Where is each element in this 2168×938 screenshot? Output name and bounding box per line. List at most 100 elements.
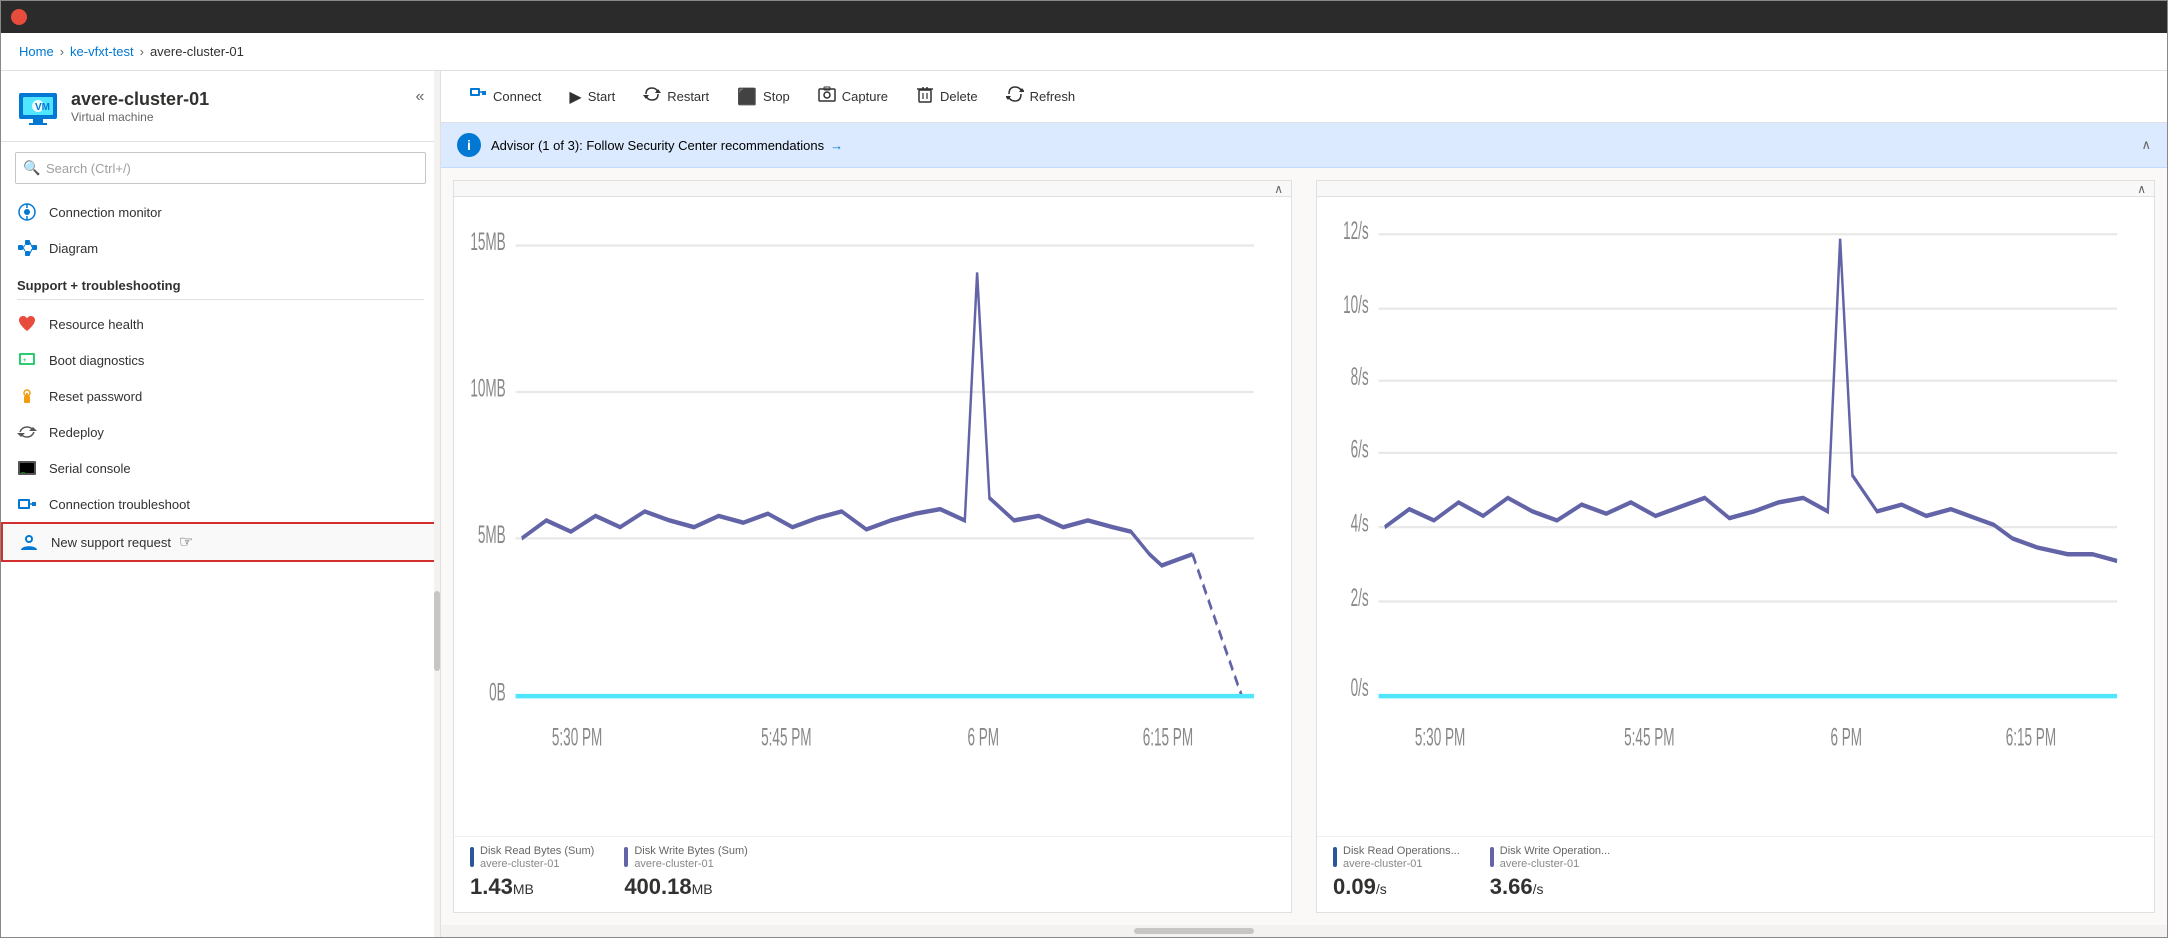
chart2-svg-container: 12/s 10/s 8/s 6/s 4/s 2/s 0/s	[1317, 197, 2154, 836]
svg-text:12/s: 12/s	[1343, 218, 1369, 245]
start-icon: ▶	[569, 87, 581, 107]
main-window: Home › ke-vfxt-test › avere-cluster-01 V…	[0, 0, 2168, 938]
chart1-metric1-name: Disk Read Bytes (Sum)	[480, 845, 594, 858]
connection-monitor-icon	[17, 202, 37, 222]
capture-button[interactable]: Capture	[806, 79, 900, 114]
connect-label: Connect	[493, 89, 541, 104]
advisor-info-icon: i	[457, 133, 481, 157]
svg-text:6:15 PM: 6:15 PM	[2006, 725, 2056, 752]
stop-button[interactable]: ⬛ Stop	[725, 81, 802, 113]
svg-text:0/s: 0/s	[1351, 675, 1369, 702]
breadcrumb-home[interactable]: Home	[19, 44, 54, 59]
connect-button[interactable]: Connect	[457, 79, 553, 114]
collapse-sidebar-button[interactable]: «	[408, 85, 432, 109]
chart1-svg-container: 15MB 10MB 5MB 0B 5:30 PM 5:45 PM	[454, 197, 1291, 836]
serial-console-icon: _	[17, 458, 37, 478]
charts-area: ∧ 15MB 10MB 5MB 0B	[441, 168, 2167, 925]
chart2-metric1-name: Disk Read Operations...	[1343, 845, 1460, 858]
resource-header: VM avere-cluster-01 Virtual machine «	[1, 71, 440, 142]
sidebar-scrollbar-thumb[interactable]	[434, 591, 440, 671]
svg-text:5:45 PM: 5:45 PM	[1624, 725, 1674, 752]
refresh-label: Refresh	[1030, 89, 1076, 104]
capture-label: Capture	[842, 89, 888, 104]
reset-password-icon	[17, 386, 37, 406]
chart1-metric2-value: 400.18MB	[624, 874, 747, 900]
svg-text:5:45 PM: 5:45 PM	[761, 725, 811, 752]
connection-troubleshoot-icon	[17, 494, 37, 514]
new-support-request-label: New support request	[51, 535, 171, 550]
diagram-icon	[17, 238, 37, 258]
chart2-metric1-info: Disk Read Operations... avere-cluster-01	[1343, 845, 1460, 870]
chart1-metric2-sub: avere-cluster-01	[634, 858, 747, 870]
svg-text:+: +	[23, 358, 27, 364]
h-scroll-thumb[interactable]	[1134, 928, 1254, 934]
advisor-banner[interactable]: i Advisor (1 of 3): Follow Security Cent…	[441, 123, 2167, 168]
start-button[interactable]: ▶ Start	[557, 81, 627, 113]
chart2-metric1-header: Disk Read Operations... avere-cluster-01	[1333, 845, 1460, 870]
chart2-metric2-name: Disk Write Operation...	[1500, 845, 1610, 858]
sidebar-item-serial-console[interactable]: _ Serial console	[1, 450, 440, 486]
chart1-metric2: Disk Write Bytes (Sum) avere-cluster-01 …	[624, 845, 747, 900]
svg-text:10/s: 10/s	[1343, 292, 1369, 319]
chart2-metric2-value: 3.66/s	[1490, 874, 1610, 900]
restart-button[interactable]: Restart	[631, 79, 721, 114]
breadcrumb: Home › ke-vfxt-test › avere-cluster-01	[1, 33, 2167, 71]
chart-disk-ops: ∧ 12/s 10/s 8/s 6/s 4/s 2/s 0/s	[1316, 180, 2155, 913]
cursor-icon: ☞	[179, 532, 193, 552]
svg-text:5:30 PM: 5:30 PM	[552, 725, 602, 752]
refresh-button[interactable]: Refresh	[994, 79, 1088, 114]
sidebar-item-reset-password[interactable]: Reset password	[1, 378, 440, 414]
resource-title: avere-cluster-01	[71, 89, 209, 110]
title-bar	[1, 1, 2167, 33]
chart1-footer: Disk Read Bytes (Sum) avere-cluster-01 1…	[454, 836, 1291, 912]
resource-subtitle: Virtual machine	[71, 110, 209, 124]
vm-icon: VM	[17, 85, 59, 127]
chart1-metric1-sub: avere-cluster-01	[480, 858, 594, 870]
chart1-expand-icon[interactable]: ∧	[1274, 182, 1283, 196]
svg-text:2/s: 2/s	[1351, 585, 1369, 612]
search-input[interactable]	[15, 152, 426, 184]
sidebar: VM avere-cluster-01 Virtual machine « 🔍	[1, 71, 441, 937]
sidebar-item-boot-diagnostics[interactable]: + Boot diagnostics	[1, 342, 440, 378]
sidebar-item-resource-health[interactable]: Resource health	[1, 306, 440, 342]
capture-icon	[818, 85, 836, 108]
breadcrumb-parent[interactable]: ke-vfxt-test	[70, 44, 134, 59]
close-icon[interactable]	[11, 9, 27, 25]
chart-disk-bytes: ∧ 15MB 10MB 5MB 0B	[453, 180, 1292, 913]
chart2-expand-icon[interactable]: ∧	[2137, 182, 2146, 196]
sidebar-item-connection-troubleshoot[interactable]: Connection troubleshoot	[1, 486, 440, 522]
sidebar-scrollbar[interactable]	[434, 71, 440, 937]
connection-monitor-label: Connection monitor	[49, 205, 162, 220]
refresh-icon	[1006, 85, 1024, 108]
redeploy-label: Redeploy	[49, 425, 104, 440]
svg-text:8/s: 8/s	[1351, 364, 1369, 391]
chart1-metric1: Disk Read Bytes (Sum) avere-cluster-01 1…	[470, 845, 594, 900]
svg-text:5MB: 5MB	[478, 522, 506, 549]
svg-text:10MB: 10MB	[470, 375, 505, 402]
connection-troubleshoot-label: Connection troubleshoot	[49, 497, 190, 512]
svg-text:4/s: 4/s	[1351, 511, 1369, 538]
delete-icon	[916, 85, 934, 108]
advisor-collapse-icon[interactable]: ∧	[2141, 137, 2151, 153]
search-icon: 🔍	[23, 160, 40, 177]
sidebar-item-diagram[interactable]: Diagram	[1, 230, 440, 266]
breadcrumb-current: avere-cluster-01	[150, 44, 244, 59]
svg-text:_: _	[20, 466, 25, 473]
chart2-metric2: Disk Write Operation... avere-cluster-01…	[1490, 845, 1610, 900]
chart2-top: ∧	[1317, 181, 2154, 197]
chart1-metric2-name: Disk Write Bytes (Sum)	[634, 845, 747, 858]
boot-diagnostics-icon: +	[17, 350, 37, 370]
chart2-metric1-value: 0.09/s	[1333, 874, 1460, 900]
sidebar-item-new-support-request[interactable]: New support request ☞	[1, 522, 440, 562]
svg-text:5:30 PM: 5:30 PM	[1415, 725, 1465, 752]
sidebar-item-connection-monitor[interactable]: Connection monitor	[1, 194, 440, 230]
diagram-label: Diagram	[49, 241, 98, 256]
chart1-svg: 15MB 10MB 5MB 0B 5:30 PM 5:45 PM	[454, 205, 1291, 836]
chart2-metric2-sub: avere-cluster-01	[1500, 858, 1610, 870]
delete-button[interactable]: Delete	[904, 79, 990, 114]
resource-health-icon	[17, 314, 37, 334]
svg-text:0B: 0B	[489, 680, 506, 707]
sidebar-item-redeploy[interactable]: Redeploy	[1, 414, 440, 450]
horizontal-scrollbar[interactable]	[441, 925, 2167, 937]
breadcrumb-sep2: ›	[140, 44, 144, 59]
